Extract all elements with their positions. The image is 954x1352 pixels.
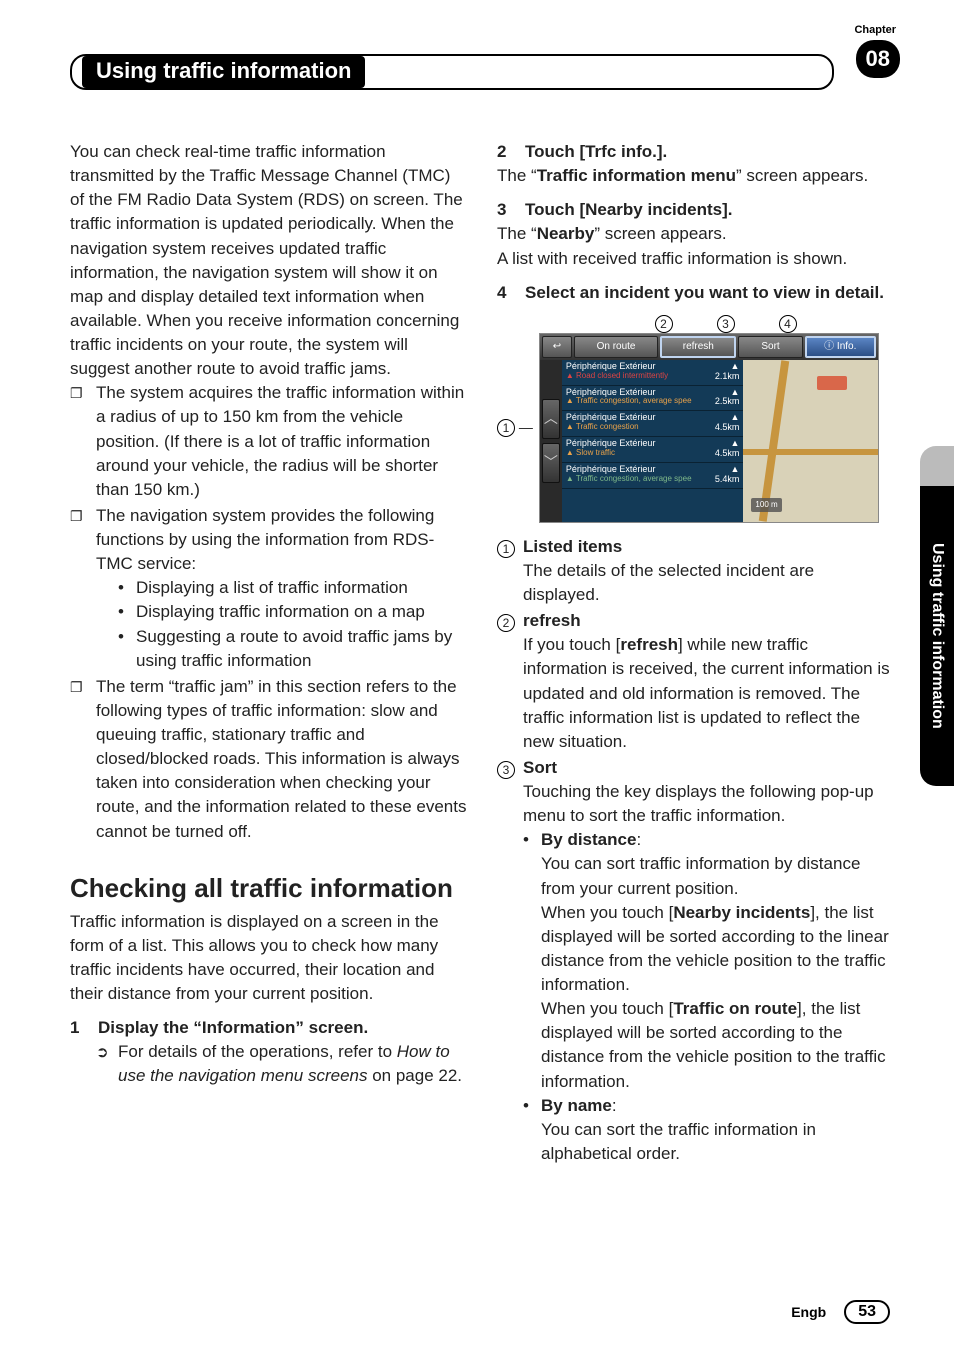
shot-onroute-button[interactable]: On route — [574, 336, 658, 358]
chapter-number-badge: 08 — [856, 40, 900, 78]
callout-3: 3 — [717, 315, 735, 333]
shot-list-row[interactable]: Périphérique Extérieur▲ Traffic congesti… — [562, 411, 744, 437]
shot-back-button[interactable]: ↩ — [542, 336, 572, 358]
shot-info-button[interactable]: ⓘ Info. — [805, 336, 876, 358]
footer-language: Engb — [791, 1304, 826, 1320]
step-number: 3 — [497, 198, 525, 222]
sort-by-distance-title: By distance — [541, 830, 636, 849]
square-bullet-icon: ❐ — [70, 675, 96, 844]
shot-map-scale: 100 m — [751, 498, 781, 511]
chapter-label: Chapter — [854, 24, 896, 36]
desc-num-2: 2 — [497, 614, 515, 632]
desc-2-body: If you touch [refresh] while new traffic… — [523, 633, 894, 754]
side-tab: Using traffic information — [920, 446, 954, 786]
sort-by-distance-body: You can sort traffic information by dist… — [541, 852, 894, 1093]
step-number: 2 — [497, 140, 525, 164]
step-3-body-line2: A list with received traffic information… — [497, 247, 894, 271]
desc-2-title: refresh — [523, 609, 894, 633]
step-1-reference: For details of the operations, refer to … — [118, 1040, 467, 1088]
page-title-pill: Using traffic information — [70, 54, 834, 90]
step-2-body: The “Traffic information menu” screen ap… — [497, 164, 894, 188]
side-tab-label: Using traffic information — [920, 486, 954, 786]
desc-1-title: Listed items — [523, 535, 894, 559]
sort-by-name-title: By name — [541, 1096, 612, 1115]
shot-incident-list[interactable]: Périphérique Extérieur▲ Road closed inte… — [562, 360, 744, 522]
square-bullet-icon: ❐ — [70, 504, 96, 673]
page-title: Using traffic information — [82, 56, 365, 88]
left-column: You can check real-time traffic informat… — [70, 140, 467, 1168]
callout-2: 2 — [655, 315, 673, 333]
func-list-item: Suggesting a route to avoid traffic jams… — [118, 625, 467, 673]
sort-by-name-body: You can sort the traffic information in … — [541, 1118, 894, 1166]
step-3-body-line1: The “Nearby” screen appears. — [497, 222, 894, 246]
note-traffic-jam-definition: The term “traffic jam” in this section r… — [96, 675, 467, 844]
desc-1-body: The details of the selected incident are… — [523, 559, 894, 607]
step-number: 1 — [70, 1016, 98, 1040]
square-bullet-icon: ❐ — [70, 381, 96, 502]
desc-3-title: Sort — [523, 756, 894, 780]
footer-page-number: 53 — [844, 1300, 890, 1324]
intro-paragraph: You can check real-time traffic informat… — [70, 140, 467, 381]
device-screenshot: ↩ On route refresh Sort ⓘ Info. ︿ ﹀ — [539, 333, 879, 523]
shot-scroll-up[interactable]: ︿ — [542, 399, 560, 439]
shot-list-row[interactable]: Périphérique Extérieur▲ Traffic congesti… — [562, 463, 744, 489]
reference-arrow-icon: ➲ — [96, 1040, 118, 1088]
callout-1: 1 — [497, 419, 515, 437]
shot-map-preview: 100 m — [743, 360, 877, 522]
shot-list-row[interactable]: Périphérique Extérieur▲ Road closed inte… — [562, 360, 744, 386]
right-column: 2 Touch [Trfc info.]. The “Traffic infor… — [497, 140, 894, 1168]
step-2-title: Touch [Trfc info.]. — [525, 140, 667, 164]
step-3-title: Touch [Nearby incidents]. — [525, 198, 733, 222]
section-intro: Traffic information is displayed on a sc… — [70, 910, 467, 1007]
func-list-item: Displaying traffic information on a map — [118, 600, 467, 624]
shot-sort-button[interactable]: Sort — [738, 336, 802, 358]
shot-list-row[interactable]: Périphérique Extérieur▲ Slow traffic▲4.5… — [562, 437, 744, 463]
step-number: 4 — [497, 281, 525, 305]
section-heading-checking: Checking all traffic information — [70, 874, 467, 904]
func-list-item: Displaying a list of traffic information — [118, 576, 467, 600]
step-1-title: Display the “Information” screen. — [98, 1016, 368, 1040]
desc-3-body: Touching the key displays the following … — [523, 780, 894, 828]
step-4-title: Select an incident you want to view in d… — [525, 281, 884, 305]
note-radius: The system acquires the traffic informat… — [96, 381, 467, 502]
shot-list-row[interactable]: Périphérique Extérieur▲ Traffic congesti… — [562, 386, 744, 412]
page-footer: Engb 53 — [791, 1300, 890, 1324]
desc-num-3: 3 — [497, 761, 515, 779]
incident-screen-figure: 2 3 4 1 — ↩ On route refresh Sort ⓘ Info… — [497, 315, 894, 523]
desc-num-1: 1 — [497, 540, 515, 558]
shot-scroll-down[interactable]: ﹀ — [542, 443, 560, 483]
page-header: Chapter 08 Using traffic information — [70, 54, 894, 90]
callout-4: 4 — [779, 315, 797, 333]
shot-refresh-button[interactable]: refresh — [660, 336, 736, 358]
note-functions-intro: The navigation system provides the follo… — [96, 506, 434, 573]
